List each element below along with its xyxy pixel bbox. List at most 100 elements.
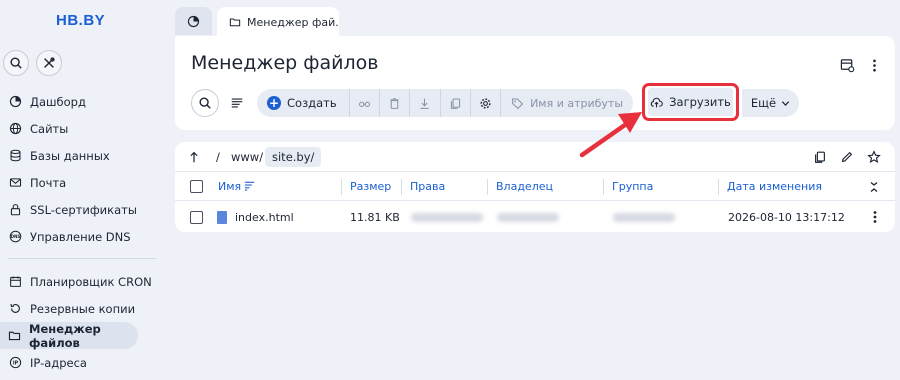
row-menu-button[interactable] <box>869 210 881 224</box>
copy-path-button[interactable] <box>812 149 828 165</box>
sidebar-item-ip[interactable]: IP IP-адреса <box>0 349 168 376</box>
column-divider <box>603 179 604 195</box>
kebab-icon <box>872 59 876 71</box>
backup-icon <box>8 302 22 316</box>
column-size[interactable]: Размер <box>350 180 391 193</box>
sidebar-item-label: Резервные копии <box>30 301 136 316</box>
gear-icon <box>480 97 491 109</box>
sidebar-item-backup[interactable]: Резервные копии <box>0 295 168 322</box>
chevron-down-icon <box>781 100 790 106</box>
tools-icon <box>44 57 55 68</box>
folder-icon <box>8 329 21 343</box>
view-button[interactable] <box>350 89 380 117</box>
favorite-button[interactable] <box>866 149 882 165</box>
column-owner[interactable]: Владелец <box>496 180 553 193</box>
search-icon <box>10 57 22 69</box>
column-divider <box>401 179 402 195</box>
file-owner-redacted <box>497 213 559 222</box>
column-divider <box>718 179 719 195</box>
more-button[interactable]: Ещё <box>742 89 799 117</box>
more-options-button[interactable] <box>865 56 883 74</box>
list-view-icon <box>231 98 243 108</box>
tab-dashboard[interactable] <box>175 7 212 35</box>
annotation-arrow <box>579 112 642 158</box>
file-icon <box>217 211 227 224</box>
tag-icon <box>512 98 524 109</box>
column-modified[interactable]: Дата изменения <box>727 180 822 193</box>
column-divider <box>341 179 342 195</box>
create-button[interactable]: + Создать <box>257 89 350 117</box>
table-settings-icon <box>840 58 854 72</box>
sidebar-item-label: Менеджер файлов <box>29 321 101 350</box>
chevrons-icon <box>870 182 878 192</box>
sidebar-item-label: IP-адреса <box>30 355 87 370</box>
sidebar-item-label: Сайты <box>30 121 69 136</box>
sidebar-item-mail[interactable]: Почта <box>0 169 168 196</box>
calendar-icon <box>8 275 22 289</box>
sidebar-divider <box>8 258 156 267</box>
sidebar-item-cron[interactable]: Планировщик CRON <box>0 268 168 295</box>
more-label: Ещё <box>750 96 777 110</box>
row-checkbox[interactable] <box>190 211 203 224</box>
tab-file-manager[interactable]: Менеджер фай... <box>217 7 339 37</box>
sidebar-item-databases[interactable]: Базы данных <box>0 142 168 169</box>
select-all-checkbox[interactable] <box>190 180 203 193</box>
logo[interactable]: HB.BY <box>56 12 105 29</box>
page-title: Менеджер файлов <box>191 52 379 74</box>
trash-icon <box>390 97 399 109</box>
file-size: 11.81 KB <box>350 211 400 224</box>
sidebar-nav: Дашборд Сайты Базы данных Почта SSL-серт… <box>0 88 168 376</box>
tools-button[interactable] <box>36 50 62 76</box>
breadcrumb-root[interactable]: / <box>216 150 220 164</box>
file-rights-redacted <box>411 213 483 222</box>
sidebar-item-sites[interactable]: Сайты <box>0 115 168 142</box>
ip-icon: IP <box>8 356 22 370</box>
breadcrumb-www[interactable]: www/ <box>231 150 263 164</box>
sidebar-item-label: Управление DNS <box>30 229 131 244</box>
lock-icon <box>8 203 22 217</box>
download-button[interactable] <box>410 89 441 117</box>
kebab-icon <box>873 211 877 223</box>
column-name[interactable]: Имя <box>218 180 255 193</box>
dns-icon: DNS <box>8 230 22 244</box>
table-header: Имя Размер Права Владелец Группа Дата из… <box>175 173 895 201</box>
file-group-redacted <box>613 213 675 222</box>
pencil-icon <box>841 151 853 163</box>
sidebar-item-label: Дашборд <box>30 94 86 109</box>
arrow-up-icon <box>190 151 198 163</box>
globe-icon <box>8 122 22 136</box>
file-name[interactable]: index.html <box>235 211 294 224</box>
upload-label: Загрузить <box>669 95 731 109</box>
delete-button[interactable] <box>380 89 411 117</box>
sidebar-item-dashboard[interactable]: Дашборд <box>0 88 168 115</box>
copy-button[interactable] <box>441 89 471 117</box>
sidebar-item-file-manager[interactable]: Менеджер файлов <box>0 321 138 350</box>
sidebar-item-label: Планировщик CRON <box>30 274 152 289</box>
search-button[interactable] <box>3 50 29 76</box>
table-settings-button[interactable] <box>838 56 856 74</box>
search-button[interactable] <box>191 89 219 117</box>
column-group[interactable]: Группа <box>612 180 653 193</box>
breadcrumb-site[interactable]: site.by/ <box>265 147 322 167</box>
sidebar-item-ssl[interactable]: SSL-сертификаты <box>0 196 168 223</box>
column-rights[interactable]: Права <box>410 180 445 193</box>
folder-icon <box>229 18 241 27</box>
sidebar: HB.BY Дашборд Сайты Базы данных Почта SS… <box>0 0 168 380</box>
sort-icon <box>245 181 255 191</box>
up-directory-button[interactable] <box>187 149 203 165</box>
sidebar-item-dns[interactable]: DNS Управление DNS <box>0 223 168 250</box>
view-toggle-button[interactable] <box>226 92 248 114</box>
star-icon <box>867 150 881 164</box>
edit-path-button[interactable] <box>839 149 855 165</box>
collapse-columns-button[interactable] <box>867 180 881 194</box>
sidebar-item-label: Почта <box>30 175 67 190</box>
glasses-icon <box>358 101 370 107</box>
dashboard-icon <box>187 15 200 27</box>
copy-icon <box>815 151 825 163</box>
upload-button[interactable]: Загрузить <box>648 88 733 116</box>
svg-text:IP: IP <box>12 360 18 366</box>
cloud-upload-icon <box>650 97 663 107</box>
table-row[interactable]: index.html 11.81 KB 2026-08-10 13:17:12 <box>175 202 895 232</box>
settings-button[interactable] <box>471 89 502 117</box>
copy-icon <box>450 98 460 109</box>
